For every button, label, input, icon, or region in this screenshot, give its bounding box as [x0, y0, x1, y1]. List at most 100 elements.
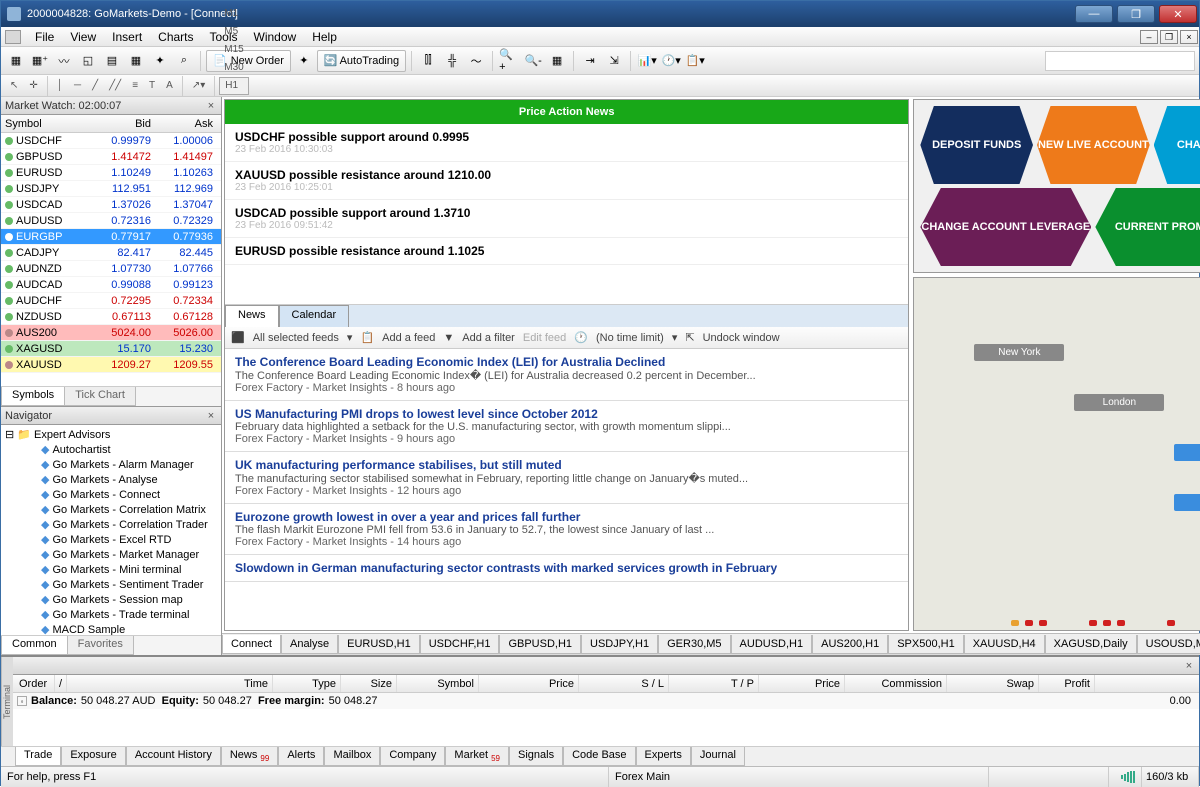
- terminal-tab-alerts[interactable]: Alerts: [278, 747, 324, 766]
- tree-item[interactable]: ◆ Go Markets - Correlation Trader: [3, 517, 219, 532]
- symbol-row[interactable]: NZDUSD0.671130.67128: [1, 309, 221, 325]
- templates-icon[interactable]: 📋▾: [684, 50, 706, 72]
- price-news-item[interactable]: USDCAD possible support around 1.371023 …: [225, 200, 908, 238]
- terminal-col[interactable]: Price: [479, 675, 579, 692]
- navigator-tree[interactable]: ⊟ 📁 Expert Advisors ◆ Autochartist◆ Go M…: [1, 425, 221, 635]
- terminal-tab-journal[interactable]: Journal: [691, 747, 745, 766]
- shift-icon[interactable]: ⇥: [579, 50, 601, 72]
- add-filter-button[interactable]: Add a filter: [462, 332, 515, 344]
- terminal-tab-experts[interactable]: Experts: [636, 747, 691, 766]
- terminal-col[interactable]: Commission: [845, 675, 947, 692]
- hline-icon[interactable]: ─: [69, 77, 86, 95]
- close-icon[interactable]: ×: [205, 100, 217, 112]
- chart-tab[interactable]: AUDUSD,H1: [731, 635, 813, 654]
- terminal-col[interactable]: T / P: [669, 675, 759, 692]
- close-icon[interactable]: ×: [205, 410, 217, 422]
- price-action-list[interactable]: USDCHF possible support around 0.999523 …: [225, 124, 908, 304]
- tree-item[interactable]: ◆ MACD Sample: [3, 622, 219, 635]
- terminal-col[interactable]: Time: [67, 675, 273, 692]
- menu-view[interactable]: View: [62, 28, 104, 46]
- banner-leverage[interactable]: CHANGE ACCOUNT LEVERAGE: [920, 188, 1091, 266]
- terminal-tab-company[interactable]: Company: [380, 747, 445, 766]
- toolbar-button[interactable]: 〰: [53, 50, 75, 72]
- terminal-tab-signals[interactable]: Signals: [509, 747, 563, 766]
- search-input[interactable]: [1045, 51, 1195, 71]
- timeframe-m15[interactable]: M15: [219, 41, 248, 59]
- symbol-row[interactable]: AUS2005024.005026.00: [1, 325, 221, 341]
- price-news-item[interactable]: XAUUSD possible resistance around 1210.0…: [225, 162, 908, 200]
- terminal-tab-exposure[interactable]: Exposure: [61, 747, 125, 766]
- terminal-col[interactable]: Profit: [1039, 675, 1095, 692]
- toolbar-button[interactable]: ◱: [77, 50, 99, 72]
- maximize-button[interactable]: ❐: [1117, 5, 1155, 23]
- price-news-item[interactable]: USDCHF possible support around 0.999523 …: [225, 124, 908, 162]
- terminal-col[interactable]: Swap: [947, 675, 1039, 692]
- auto-trading-button[interactable]: 🔄AutoTrading: [317, 50, 406, 72]
- terminal-col[interactable]: S / L: [579, 675, 669, 692]
- banner-new-live[interactable]: NEW LIVE ACCOUNT: [1037, 106, 1150, 184]
- symbol-row[interactable]: USDCAD1.370261.37047: [1, 197, 221, 213]
- candle-chart-icon[interactable]: ╬: [441, 50, 463, 72]
- arrows-icon[interactable]: ↗▾: [187, 77, 210, 95]
- tree-root[interactable]: ⊟ 📁 Expert Advisors: [3, 427, 219, 442]
- terminal-tab-news[interactable]: News 99: [221, 747, 278, 766]
- banner-promotions[interactable]: CURRENT PROMOTIONS: [1095, 188, 1200, 266]
- line-chart-icon[interactable]: 〜: [465, 50, 487, 72]
- symbol-row[interactable]: XAUUSD1209.271209.55: [1, 357, 221, 373]
- autoscroll-icon[interactable]: ⇲: [603, 50, 625, 72]
- timeframe-m1[interactable]: M1: [219, 5, 248, 23]
- indicators-icon[interactable]: 📊▾: [636, 50, 658, 72]
- toolbar-button[interactable]: ▤: [101, 50, 123, 72]
- terminal-tab-trade[interactable]: Trade: [15, 747, 61, 766]
- feed-item[interactable]: Slowdown in German manufacturing sector …: [225, 555, 908, 582]
- symbol-row[interactable]: AUDCHF0.722950.72334: [1, 293, 221, 309]
- chart-tab[interactable]: GBPUSD,H1: [499, 635, 581, 654]
- feed-item[interactable]: UK manufacturing performance stabilises,…: [225, 452, 908, 504]
- market-watch-rows[interactable]: USDCHF0.999791.00006GBPUSD1.414721.41497…: [1, 133, 221, 386]
- chart-tab[interactable]: USDCHF,H1: [420, 635, 500, 654]
- tree-item[interactable]: ◆ Go Markets - Connect: [3, 487, 219, 502]
- mdi-close-button[interactable]: ×: [1180, 30, 1198, 44]
- price-news-item[interactable]: EURUSD possible resistance around 1.1025: [225, 238, 908, 265]
- symbol-row[interactable]: AUDNZD1.077301.07766: [1, 261, 221, 277]
- terminal-tab-code-base[interactable]: Code Base: [563, 747, 635, 766]
- symbol-row[interactable]: XAGUSD15.17015.230: [1, 341, 221, 357]
- feeds-dropdown[interactable]: All selected feeds: [253, 332, 339, 344]
- symbol-row[interactable]: EURGBP0.779170.77936: [1, 229, 221, 245]
- tile-icon[interactable]: ▦: [546, 50, 568, 72]
- symbol-row[interactable]: USDCHF0.999791.00006: [1, 133, 221, 149]
- feed-item[interactable]: The Conference Board Leading Economic In…: [225, 349, 908, 401]
- tree-item[interactable]: ◆ Go Markets - Market Manager: [3, 547, 219, 562]
- time-filter-dropdown[interactable]: (No time limit): [596, 332, 664, 344]
- close-icon[interactable]: ×: [1183, 660, 1195, 672]
- symbol-row[interactable]: GBPUSD1.414721.41497: [1, 149, 221, 165]
- terminal-tab-mailbox[interactable]: Mailbox: [324, 747, 380, 766]
- tab-common[interactable]: Common: [1, 636, 68, 655]
- terminal-col[interactable]: Order: [15, 675, 55, 692]
- tab-favorites[interactable]: Favorites: [67, 636, 134, 655]
- chart-tab[interactable]: USOUSD,M30: [1137, 635, 1200, 654]
- collapse-icon[interactable]: ◦: [17, 696, 27, 706]
- banner-deposit[interactable]: DEPOSIT FUNDS: [920, 106, 1033, 184]
- text-icon[interactable]: T: [144, 77, 160, 95]
- tab-news[interactable]: News: [225, 305, 279, 327]
- timeframe-m5[interactable]: M5: [219, 23, 248, 41]
- mdi-restore-button[interactable]: ❐: [1160, 30, 1178, 44]
- undock-button[interactable]: Undock window: [703, 332, 780, 344]
- cursor-icon[interactable]: ↖: [5, 77, 23, 95]
- tab-tick-chart[interactable]: Tick Chart: [64, 387, 136, 406]
- chart-tab[interactable]: EURUSD,H1: [338, 635, 420, 654]
- toolbar-button[interactable]: ▦: [125, 50, 147, 72]
- chart-tab[interactable]: AUS200,H1: [812, 635, 888, 654]
- crosshair-icon[interactable]: ✛: [24, 77, 42, 95]
- toolbar-button[interactable]: ⌕: [173, 50, 195, 72]
- trendline-icon[interactable]: ╱: [87, 77, 103, 95]
- symbol-row[interactable]: AUDCAD0.990880.99123: [1, 277, 221, 293]
- chart-tab[interactable]: XAGUSD,Daily: [1045, 635, 1137, 654]
- toolbar-button[interactable]: ✦: [293, 50, 315, 72]
- terminal-tab-market[interactable]: Market 59: [445, 747, 509, 766]
- chart-tab[interactable]: GER30,M5: [658, 635, 730, 654]
- tree-item[interactable]: ◆ Go Markets - Alarm Manager: [3, 457, 219, 472]
- tree-item[interactable]: ◆ Go Markets - Correlation Matrix: [3, 502, 219, 517]
- chart-tab[interactable]: Analyse: [281, 635, 338, 654]
